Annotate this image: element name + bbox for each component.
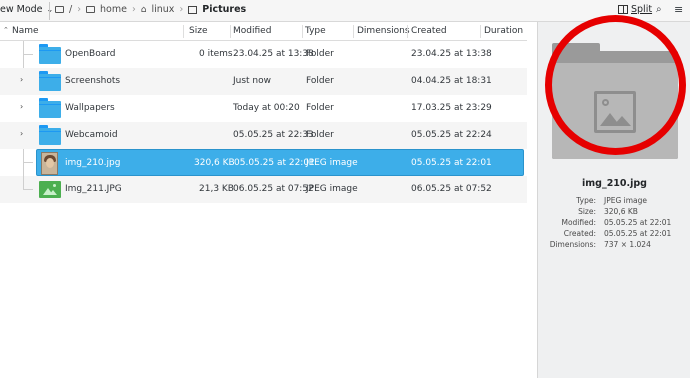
- file-created: 04.04.25 at 18:31: [411, 76, 492, 86]
- folder-icon: [39, 98, 61, 118]
- breadcrumb-item-pictures[interactable]: Pictures: [202, 4, 246, 15]
- pictures-icon: [188, 5, 198, 14]
- sort-arrow-icon: ⌃: [3, 26, 9, 34]
- column-divider[interactable]: [407, 25, 408, 38]
- file-list-pane: ⌃ Name Size Modified Type Dimensions Cre…: [0, 22, 537, 378]
- file-name: Webcamoid: [65, 130, 118, 140]
- split-view-icon: [618, 5, 628, 14]
- breadcrumb-separator: ›: [77, 4, 82, 15]
- breadcrumb-item-root[interactable]: /: [69, 4, 72, 15]
- tree-line: [23, 54, 33, 55]
- file-modified: 23.04.25 at 13:38: [233, 49, 314, 59]
- split-button[interactable]: Split: [618, 4, 652, 15]
- file-row-img-211[interactable]: Img_211.JPG 21,3 KB 06.05.25 at 07:52 JP…: [0, 176, 527, 203]
- search-icon[interactable]: ⌕: [656, 4, 662, 15]
- toolbar: ew Mode⌄ / › home › ⌂ linux › Pictures S…: [0, 0, 690, 22]
- file-name: img_210.jpg: [65, 158, 121, 168]
- detail-value: 737 × 1.024: [604, 240, 651, 249]
- file-type: Folder: [306, 130, 334, 140]
- breadcrumb-item-home[interactable]: home: [100, 4, 127, 15]
- file-created: 06.05.25 at 07:52: [411, 184, 492, 194]
- column-divider[interactable]: [480, 25, 481, 38]
- file-type: Folder: [306, 76, 334, 86]
- file-type: JPEG image: [306, 158, 358, 168]
- breadcrumb-separator: ›: [131, 4, 136, 15]
- expand-chevron-icon[interactable]: ›: [20, 75, 23, 84]
- file-modified: 06.05.25 at 07:52: [233, 184, 314, 194]
- file-created: 05.05.25 at 22:01: [411, 158, 492, 168]
- detail-key: Modified:: [561, 218, 596, 227]
- split-label: Split: [631, 4, 653, 15]
- file-size: 21,3 KB: [199, 184, 234, 194]
- view-mode-label: ew Mode: [0, 4, 43, 15]
- folder-icon: [39, 71, 61, 91]
- detail-value: 05.05.25 at 22:01: [604, 218, 672, 227]
- column-header: ⌃ Name Size Modified Type Dimensions Cre…: [0, 22, 527, 41]
- column-name[interactable]: Name: [12, 26, 39, 36]
- detail-key: Created:: [563, 229, 596, 238]
- file-name: OpenBoard: [65, 49, 116, 59]
- file-name: Img_211.JPG: [65, 184, 122, 194]
- column-dimensions[interactable]: Dimensions: [357, 26, 410, 36]
- folder-icon: [39, 44, 61, 64]
- file-name: Wallpapers: [65, 103, 115, 113]
- detail-value: 320,6 KB: [604, 207, 638, 216]
- folder-icon: [39, 125, 61, 145]
- file-modified: 05.05.25 at 22:01: [234, 158, 315, 168]
- preview-filename: img_210.jpg: [581, 178, 647, 189]
- breadcrumb-separator: ›: [179, 4, 184, 15]
- column-duration[interactable]: Duration: [484, 26, 523, 36]
- expand-chevron-icon[interactable]: ›: [20, 129, 23, 138]
- red-highlight-circle: [545, 15, 686, 155]
- column-divider[interactable]: [302, 25, 303, 38]
- file-modified: 05.05.25 at 22:33: [233, 130, 314, 140]
- file-row-openboard[interactable]: OpenBoard 0 items 23.04.25 at 13:38 Fold…: [0, 41, 527, 68]
- file-created: 05.05.25 at 22:24: [411, 130, 492, 140]
- selected-file-row[interactable]: img_210.jpg 320,6 KB 05.05.25 at 22:01 J…: [36, 149, 524, 176]
- tree-line: [23, 162, 33, 163]
- hamburger-menu-icon[interactable]: ≡: [674, 3, 683, 16]
- detail-value: 05.05.25 at 22:01: [604, 229, 672, 238]
- column-divider[interactable]: [183, 25, 184, 38]
- file-modified: Just now: [233, 76, 272, 86]
- breadcrumb: / › home › ⌂ linux › Pictures: [55, 4, 246, 15]
- vertical-scrollbar[interactable]: [527, 22, 537, 378]
- file-row-screenshots[interactable]: › Screenshots Just now Folder 04.04.25 a…: [0, 68, 527, 95]
- detail-key: Dimensions:: [549, 240, 596, 249]
- detail-key: Size:: [578, 207, 596, 216]
- file-size: 320,6 KB: [194, 158, 235, 168]
- file-row-webcamoid[interactable]: › Webcamoid 05.05.25 at 22:33 Folder 05.…: [0, 122, 527, 149]
- image-thumbnail-icon: [39, 181, 61, 198]
- column-created[interactable]: Created: [411, 26, 447, 36]
- file-type: Folder: [306, 103, 334, 113]
- folder-icon: [86, 6, 96, 13]
- column-divider[interactable]: [353, 25, 354, 38]
- detail-value: JPEG image: [604, 196, 648, 205]
- column-type[interactable]: Type: [305, 26, 326, 36]
- file-size: 0 items: [199, 49, 233, 59]
- photo-thumbnail-icon: [41, 152, 58, 175]
- view-mode-button[interactable]: ew Mode⌄: [0, 4, 53, 15]
- file-type: Folder: [306, 49, 334, 59]
- file-modified: Today at 00:20: [233, 103, 300, 113]
- tree-line: [23, 176, 24, 190]
- file-created: 17.03.25 at 23:29: [411, 103, 492, 113]
- file-name: Screenshots: [65, 76, 121, 86]
- column-size[interactable]: Size: [189, 26, 207, 36]
- toolbar-separator: [49, 2, 50, 20]
- column-modified[interactable]: Modified: [233, 26, 271, 36]
- expand-chevron-icon[interactable]: ›: [20, 102, 23, 111]
- file-created: 23.04.25 at 13:38: [411, 49, 492, 59]
- home-icon: ⌂: [140, 4, 147, 15]
- breadcrumb-item-linux[interactable]: linux: [151, 4, 174, 15]
- column-divider[interactable]: [230, 25, 231, 38]
- root-folder-icon: [55, 6, 64, 13]
- tree-line: [23, 189, 33, 190]
- file-row-wallpapers[interactable]: › Wallpapers Today at 00:20 Folder 17.03…: [0, 95, 527, 122]
- file-type: JPEG image: [306, 184, 358, 194]
- detail-key: Type:: [576, 196, 596, 205]
